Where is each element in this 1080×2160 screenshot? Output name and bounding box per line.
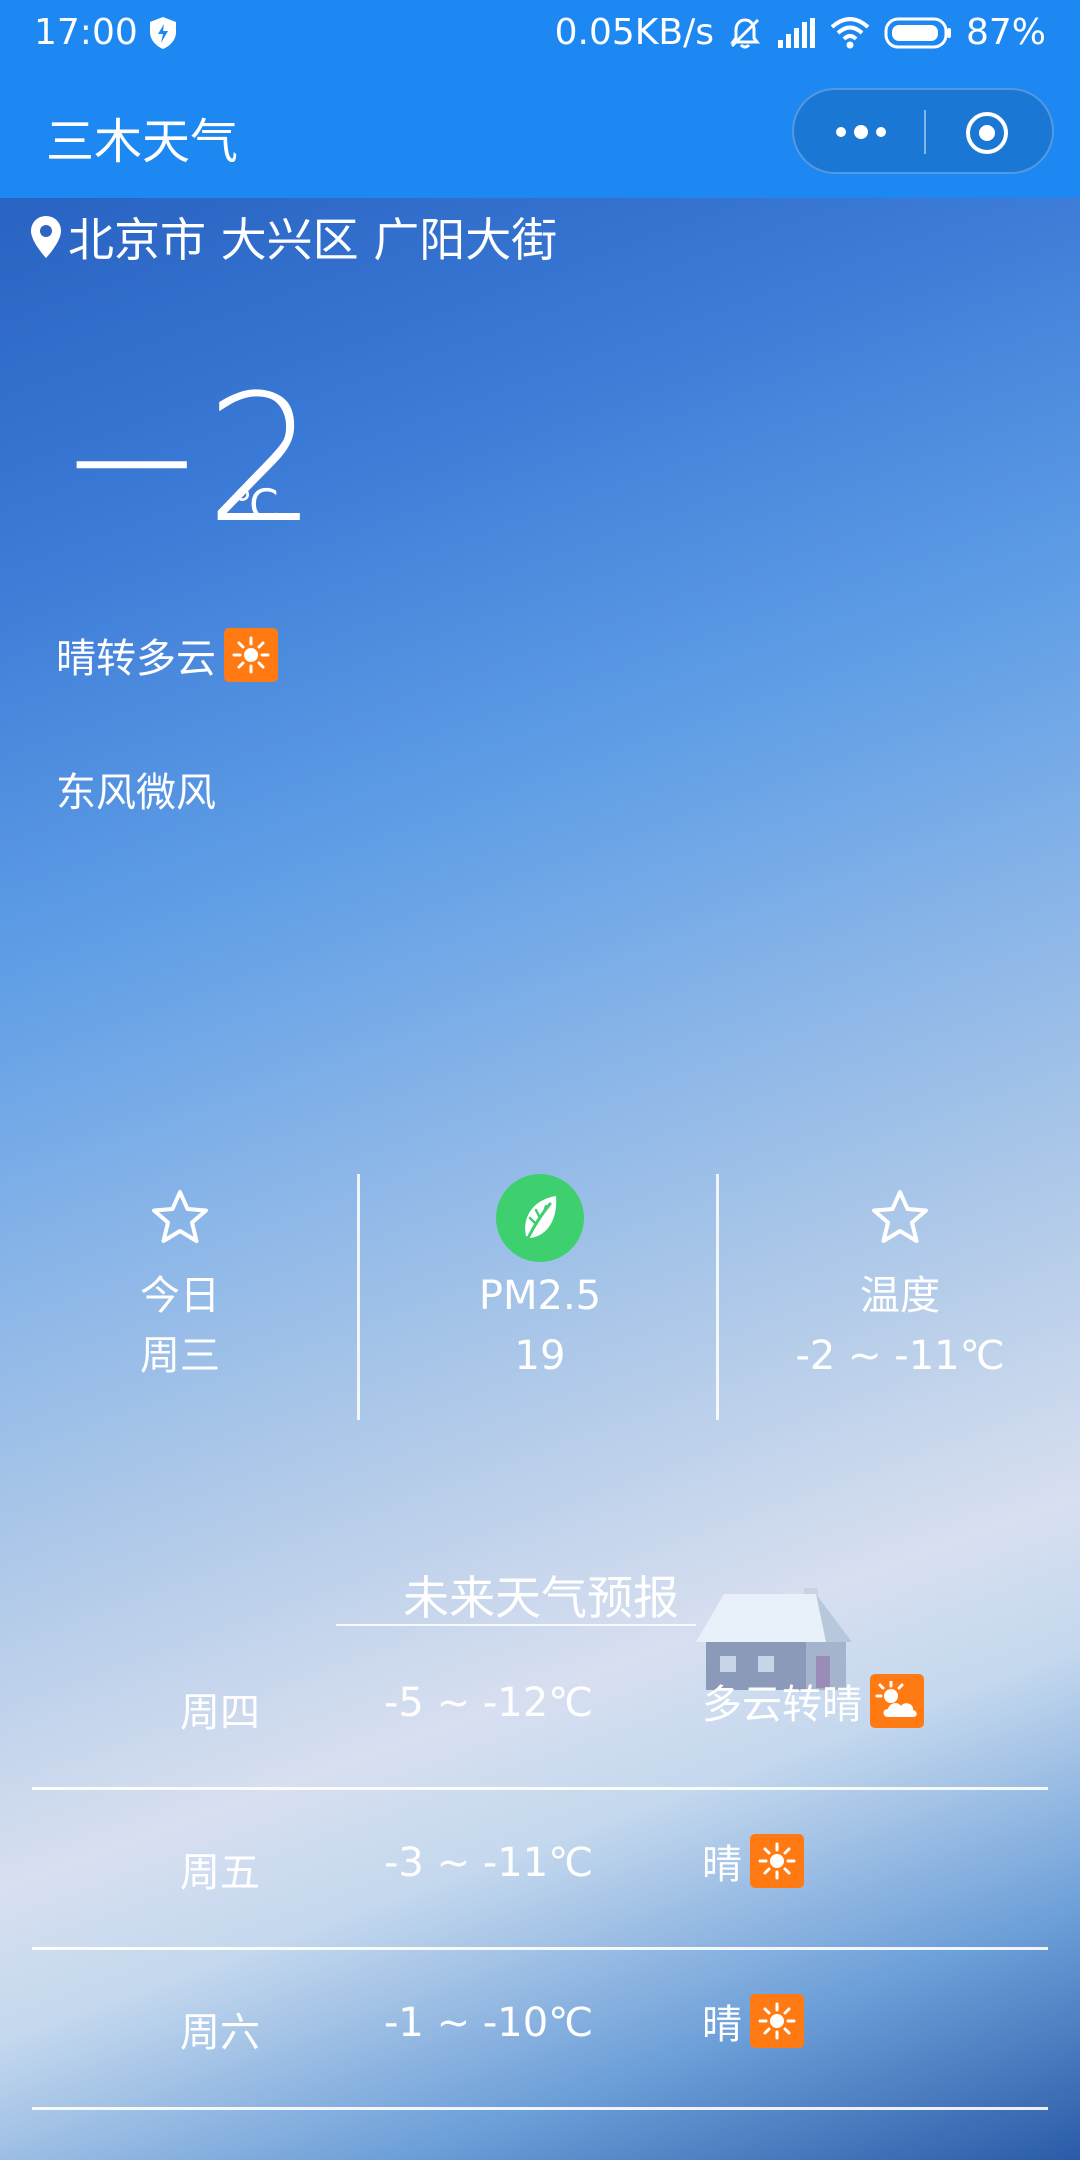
stat-label: 温度 [860, 1273, 940, 1319]
current-wind: 东风微风 [56, 770, 216, 816]
star-icon [872, 1190, 928, 1243]
location-text: 北京市 大兴区 广阳大街 [68, 213, 558, 267]
status-time: 17:00 [34, 12, 138, 53]
close-target-icon[interactable] [964, 110, 1010, 156]
current-condition: 晴转多云 [56, 626, 278, 684]
stat-label: PM2.5 [478, 1273, 602, 1319]
more-button[interactable] [826, 110, 896, 154]
stat-value: -2 ~ -11℃ [795, 1333, 1005, 1379]
forecast-condition-text: 多云转晴 [702, 1682, 862, 1728]
forecast-row: 周六 -1 ~ -10℃ 晴 [32, 1950, 1048, 2110]
stats-panel: 今日 周三 PM2.5 19 温度 -2 ~ -11℃ [0, 1170, 1080, 1420]
stat-value: 19 [514, 1333, 566, 1379]
forecast-condition-text: 晴 [702, 1842, 742, 1888]
wifi-icon [830, 16, 870, 48]
forecast-title-underline [336, 1624, 696, 1626]
forecast-range: -5 ~ -12℃ [384, 1680, 594, 1726]
sun-icon [224, 628, 278, 682]
current-condition-text: 晴转多云 [56, 636, 216, 682]
battery-icon [884, 17, 951, 48]
location[interactable]: 北京市 大兴区 广阳大街 [28, 204, 557, 270]
forecast-day: 周四 [180, 1690, 260, 1736]
shield-icon [150, 17, 176, 49]
mute-bell-icon [729, 17, 760, 48]
sun-icon [750, 1994, 804, 2048]
signal-icon [777, 17, 815, 48]
stat-divider [716, 1174, 719, 1420]
forecast-row: 周四 -5 ~ -12℃ 多云转晴 [32, 1630, 1048, 1790]
forecast-condition: 晴 [702, 1992, 804, 2050]
location-pin-icon [31, 216, 61, 258]
stat-today: 今日 周三 [0, 1170, 360, 1420]
partly-cloudy-icon [870, 1674, 924, 1728]
forecast-condition: 晴 [702, 1832, 804, 1890]
app-title: 三木天气 [46, 114, 239, 170]
leaf-icon [496, 1174, 584, 1262]
forecast-condition: 多云转晴 [702, 1672, 924, 1730]
more-dot-icon [836, 127, 846, 137]
stat-temperature: 温度 -2 ~ -11℃ [720, 1170, 1080, 1420]
stat-value: 周三 [140, 1333, 220, 1379]
title-bar: 三木天气 [0, 68, 1080, 198]
forecast-title: 未来天气预报 [403, 1571, 679, 1625]
temperature-unit: ℃ [232, 480, 280, 529]
forecast-day: 周六 [180, 2010, 260, 2056]
capsule-divider [924, 110, 926, 154]
row-divider [32, 2107, 1048, 2110]
forecast-day: 周五 [180, 1850, 260, 1896]
net-speed: 0.05KB/s [554, 12, 714, 53]
status-bar: 17:00 0.05KB/s 87% [0, 0, 1080, 68]
forecast-row: 周五 -3 ~ -11℃ 晴 [32, 1790, 1048, 1950]
more-dot-icon [876, 127, 886, 137]
star-icon [152, 1190, 208, 1243]
stat-label: 今日 [140, 1273, 220, 1319]
more-dot-icon [854, 125, 868, 139]
status-right: 0.05KB/s 87% [555, 12, 1046, 53]
stat-pm25: PM2.5 19 [360, 1170, 720, 1420]
mini-program-capsule [792, 88, 1054, 174]
forecast-condition-text: 晴 [702, 2002, 742, 2048]
sun-icon [750, 1834, 804, 1888]
forecast-range: -3 ~ -11℃ [384, 1840, 594, 1886]
forecast-range: -1 ~ -10℃ [384, 2000, 594, 2046]
battery-percent: 87% [965, 12, 1046, 53]
